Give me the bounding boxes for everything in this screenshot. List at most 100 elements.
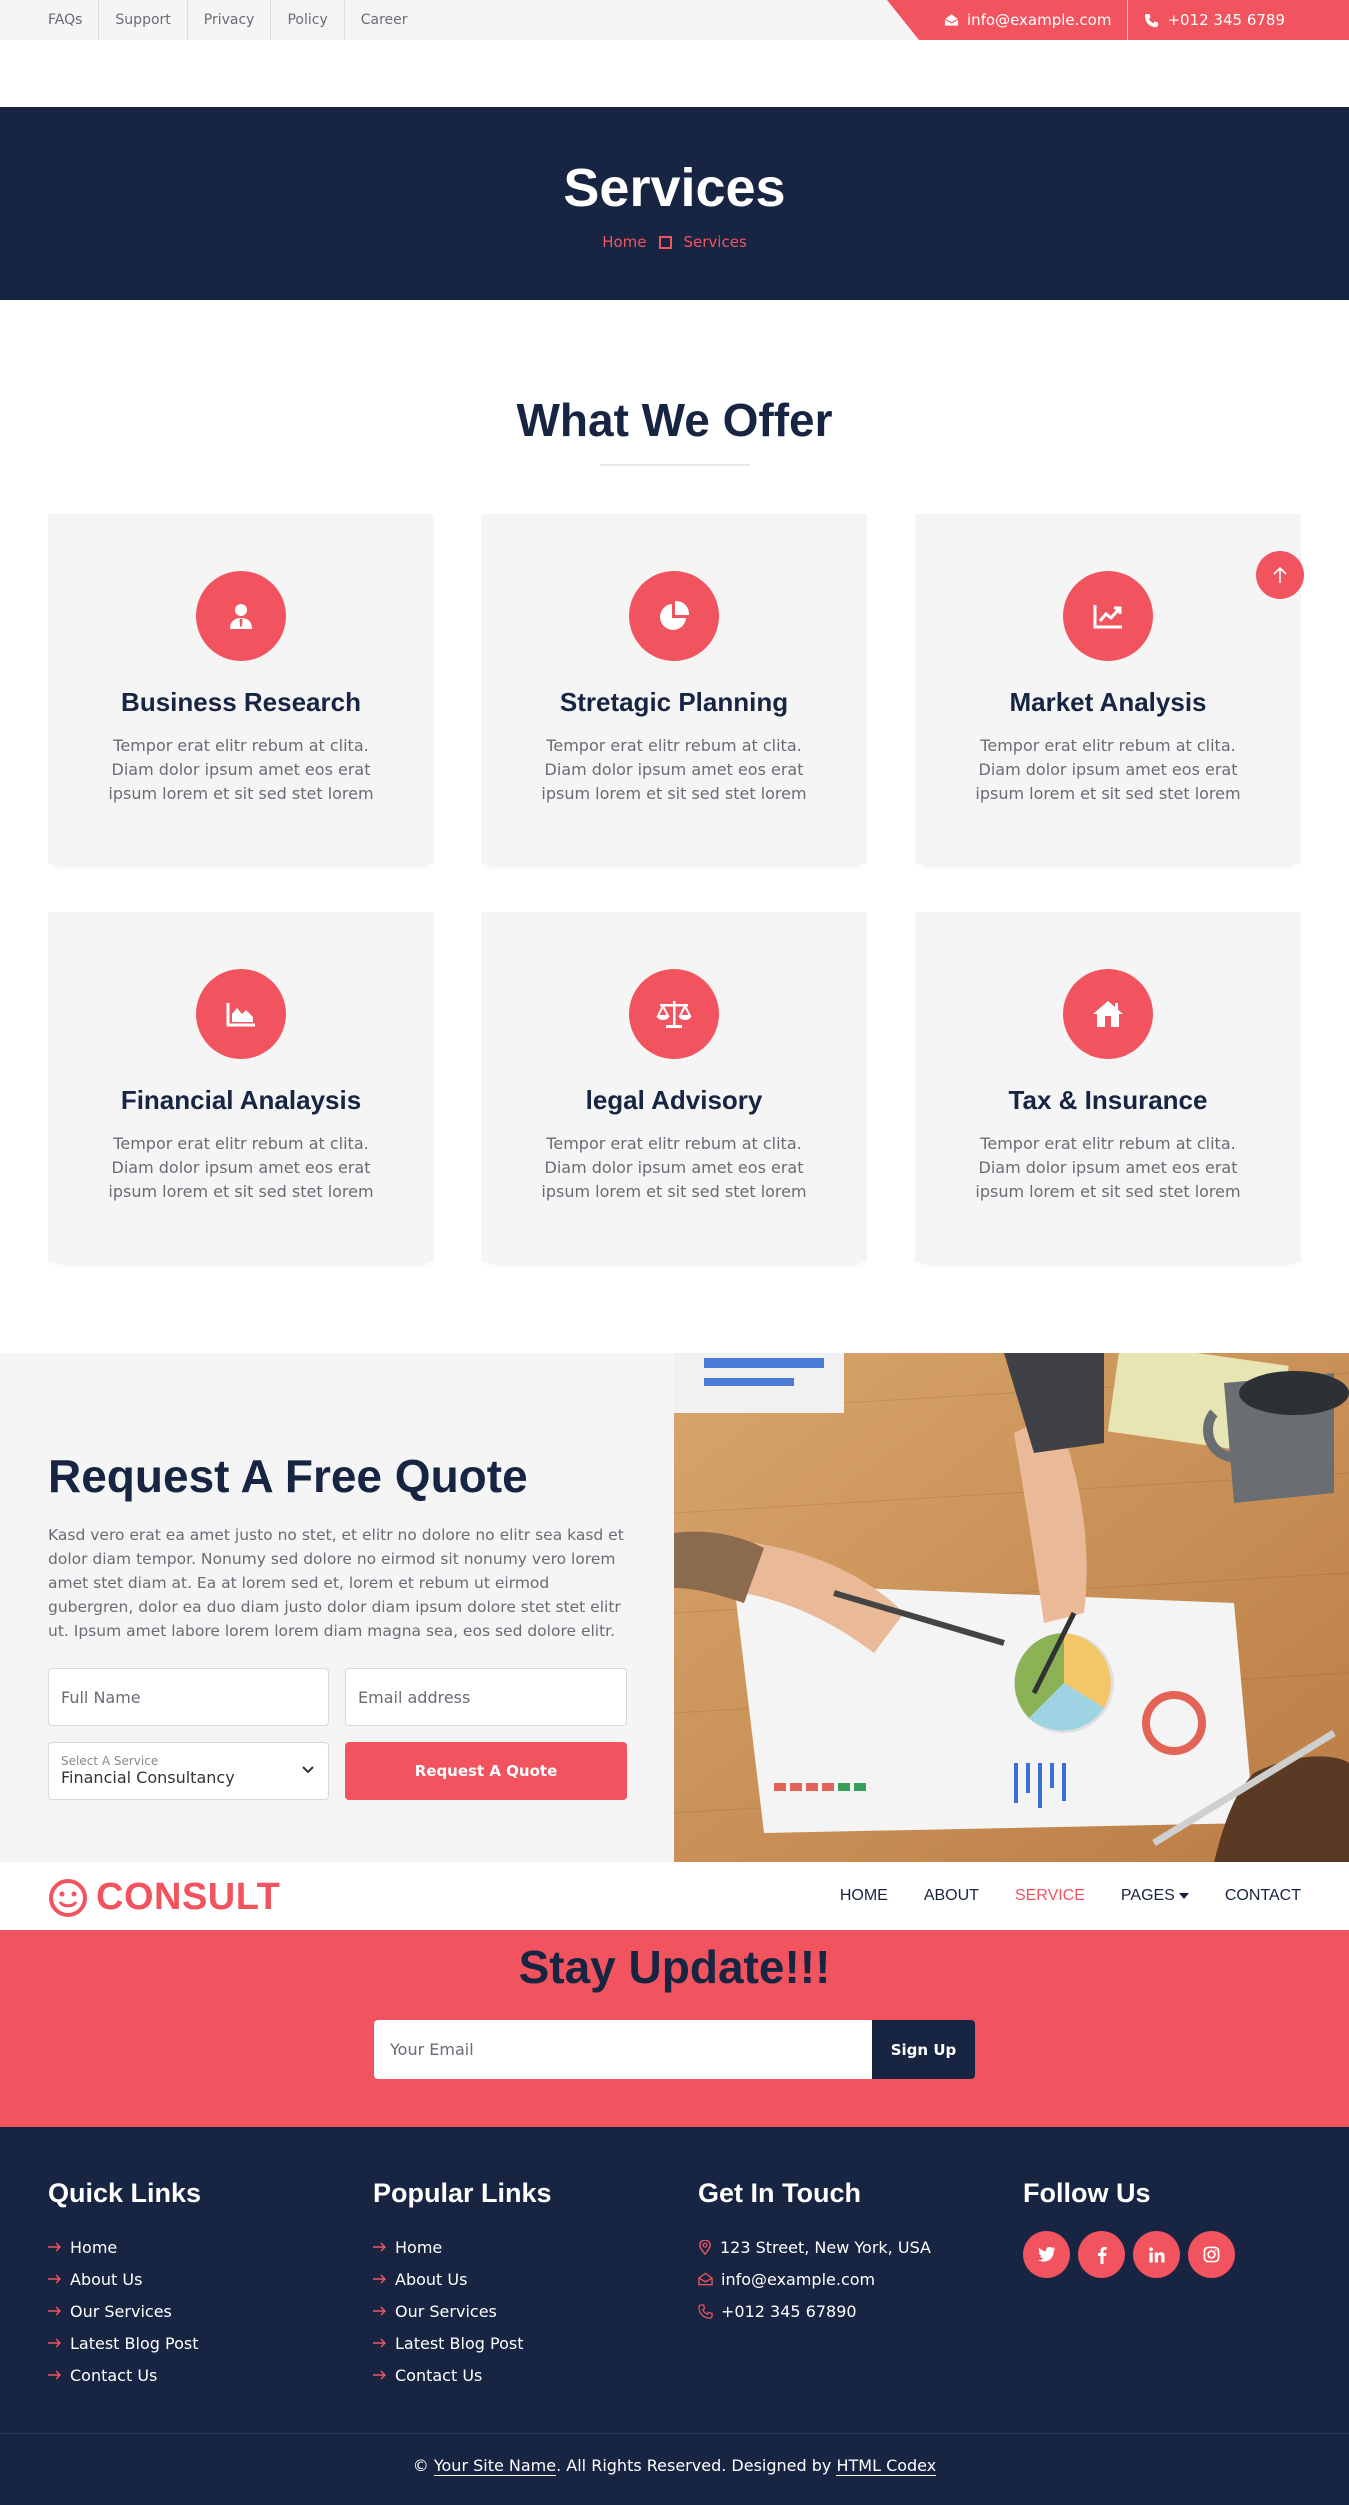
breadcrumb: Home Services: [0, 233, 1349, 251]
map-marker-icon: [699, 2239, 711, 2255]
topbar-link-policy[interactable]: Policy: [271, 0, 345, 40]
pie-chart-icon: [629, 571, 719, 661]
service-title: Tax & Insurance: [1008, 1085, 1208, 1115]
line-chart-icon: [1063, 571, 1153, 661]
service-card-business-research[interactable]: Business Research Tempor erat elitr rebu…: [48, 514, 434, 864]
service-title: Stretagic Planning: [559, 687, 789, 717]
footer-link-text: Contact Us: [70, 2365, 158, 2385]
service-card-legal-advisory[interactable]: legal Advisory Tempor erat elitr rebum a…: [481, 912, 867, 1262]
nav-home[interactable]: HOME: [840, 1887, 888, 1905]
footer-heading: Follow Us: [1023, 2178, 1151, 2208]
breadcrumb-separator-icon: [658, 235, 672, 249]
topbar-phone-text: +012 345 6789: [1167, 11, 1285, 29]
request-quote-button[interactable]: Request A Quote: [345, 1742, 627, 1800]
house-icon: [1063, 969, 1153, 1059]
arrow-right-icon: [373, 2306, 386, 2316]
title-underline: [599, 463, 750, 466]
nav-about[interactable]: ABOUT: [924, 1887, 979, 1905]
area-chart-icon: [196, 969, 286, 1059]
service-title: legal Advisory: [585, 1085, 763, 1115]
nav-contact[interactable]: CONTACT: [1225, 1887, 1301, 1905]
page-title: Services: [563, 158, 786, 218]
service-text: Tempor erat elitr rebum at clita. Diam d…: [108, 1134, 374, 1201]
service-card-market-analysis[interactable]: Market Analysis Tempor erat elitr rebum …: [915, 514, 1301, 864]
main-nav: HOME ABOUT SERVICE PAGES CONTACT: [804, 1862, 1301, 1930]
arrow-right-icon: [373, 2242, 386, 2252]
topbar-email[interactable]: info@example.com: [928, 0, 1128, 40]
user-tie-icon: [196, 571, 286, 661]
newsletter-title: Stay Update!!!: [518, 1941, 831, 1993]
arrow-up-icon: [1273, 566, 1287, 583]
footer-link[interactable]: About Us: [373, 2263, 552, 2295]
brand-name: CONSULT: [96, 1876, 281, 1918]
topbar-phone[interactable]: +012 345 6789: [1127, 0, 1301, 40]
footer-link-text: Home: [395, 2237, 443, 2257]
newsletter-section: Stay Update!!! Your Email Sign Up: [0, 1930, 1349, 2127]
service-card-financial-analysis[interactable]: Financial Analaysis Tempor erat elitr re…: [48, 912, 434, 1262]
envelope-open-icon: [698, 2272, 713, 2286]
page-header: Services Home Services: [0, 107, 1349, 300]
footer-phone-text: +012 345 67890: [721, 2301, 857, 2321]
service-card-tax-insurance[interactable]: Tax & Insurance Tempor erat elitr rebum …: [915, 912, 1301, 1262]
sign-up-button[interactable]: Sign Up: [872, 2020, 975, 2079]
footer-link[interactable]: Latest Blog Post: [373, 2327, 552, 2359]
service-card-strategic-planning[interactable]: Stretagic Planning Tempor erat elitr reb…: [481, 514, 867, 864]
arrow-right-icon: [373, 2370, 386, 2380]
footer-follow: Follow Us: [1023, 2178, 1243, 2278]
twitter-icon[interactable]: [1023, 2231, 1070, 2278]
footer-link[interactable]: Home: [48, 2231, 201, 2263]
linkedin-icon[interactable]: [1133, 2231, 1180, 2278]
service-select[interactable]: Select A Service Financial Consultancy: [48, 1742, 329, 1800]
footer-link[interactable]: Contact Us: [48, 2359, 201, 2391]
service-text: Tempor erat elitr rebum at clita. Diam d…: [108, 736, 374, 803]
instagram-icon[interactable]: [1188, 2231, 1235, 2278]
topbar-link-faqs[interactable]: FAQs: [32, 0, 100, 40]
footer-heading: Popular Links: [373, 2178, 552, 2208]
back-to-top-button[interactable]: [1256, 551, 1304, 599]
topbar-contact: info@example.com +012 345 6789: [887, 0, 1349, 40]
topbar-links: FAQs Support Privacy Policy Career: [32, 0, 424, 40]
nav-service[interactable]: SERVICE: [1015, 1887, 1085, 1905]
breadcrumb-current: Services: [683, 233, 747, 251]
newsletter-form: Your Email Sign Up: [374, 2020, 975, 2079]
full-name-input[interactable]: Full Name: [48, 1668, 329, 1726]
balance-scale-icon: [629, 969, 719, 1059]
arrow-right-icon: [48, 2274, 61, 2284]
footer-link[interactable]: Our Services: [48, 2295, 201, 2327]
footer-email[interactable]: info@example.com: [698, 2263, 931, 2295]
nav-pages[interactable]: PAGES: [1121, 1887, 1189, 1905]
footer-heading: Quick Links: [48, 2178, 202, 2208]
service-title: Business Research: [121, 687, 361, 717]
newsletter-email-input[interactable]: Your Email: [374, 2020, 872, 2079]
breadcrumb-home[interactable]: Home: [602, 233, 646, 251]
chevron-down-icon: [302, 1766, 314, 1774]
email-input[interactable]: Email address: [345, 1668, 627, 1726]
service-title: Financial Analaysis: [120, 1085, 362, 1115]
footer-phone[interactable]: +012 345 67890: [698, 2295, 931, 2327]
arrow-right-icon: [373, 2274, 386, 2284]
footer-link[interactable]: Our Services: [373, 2295, 552, 2327]
business-meeting-image: [674, 1353, 1349, 1862]
topbar-link-support[interactable]: Support: [99, 0, 188, 40]
site-name-link[interactable]: Your Site Name: [433, 2456, 557, 2476]
phone-icon: [698, 2303, 713, 2319]
designer-link[interactable]: HTML Codex: [836, 2456, 937, 2476]
footer-link[interactable]: Home: [373, 2231, 552, 2263]
offer-title: What We Offer: [516, 394, 833, 446]
topbar-link-career[interactable]: Career: [345, 0, 424, 40]
footer-heading: Get In Touch: [698, 2178, 861, 2208]
footer-link[interactable]: Contact Us: [373, 2359, 552, 2391]
social-links: [1023, 2231, 1243, 2278]
arrow-right-icon: [48, 2338, 61, 2348]
quote-title: Request A Free Quote: [48, 1450, 528, 1502]
footer-link-text: About Us: [70, 2269, 143, 2289]
navbar: CONSULT HOME ABOUT SERVICE PAGES CONTACT: [0, 1862, 1349, 1930]
brand-logo[interactable]: CONSULT: [48, 1876, 280, 1919]
footer-link[interactable]: About Us: [48, 2263, 201, 2295]
facebook-icon[interactable]: [1078, 2231, 1125, 2278]
service-text: Tempor erat elitr rebum at clita. Diam d…: [975, 1134, 1241, 1201]
topbar-link-privacy[interactable]: Privacy: [188, 0, 272, 40]
footer-link[interactable]: Latest Blog Post: [48, 2327, 201, 2359]
topbar-email-text: info@example.com: [966, 11, 1112, 29]
topbar: FAQs Support Privacy Policy Career info@…: [0, 0, 1349, 40]
